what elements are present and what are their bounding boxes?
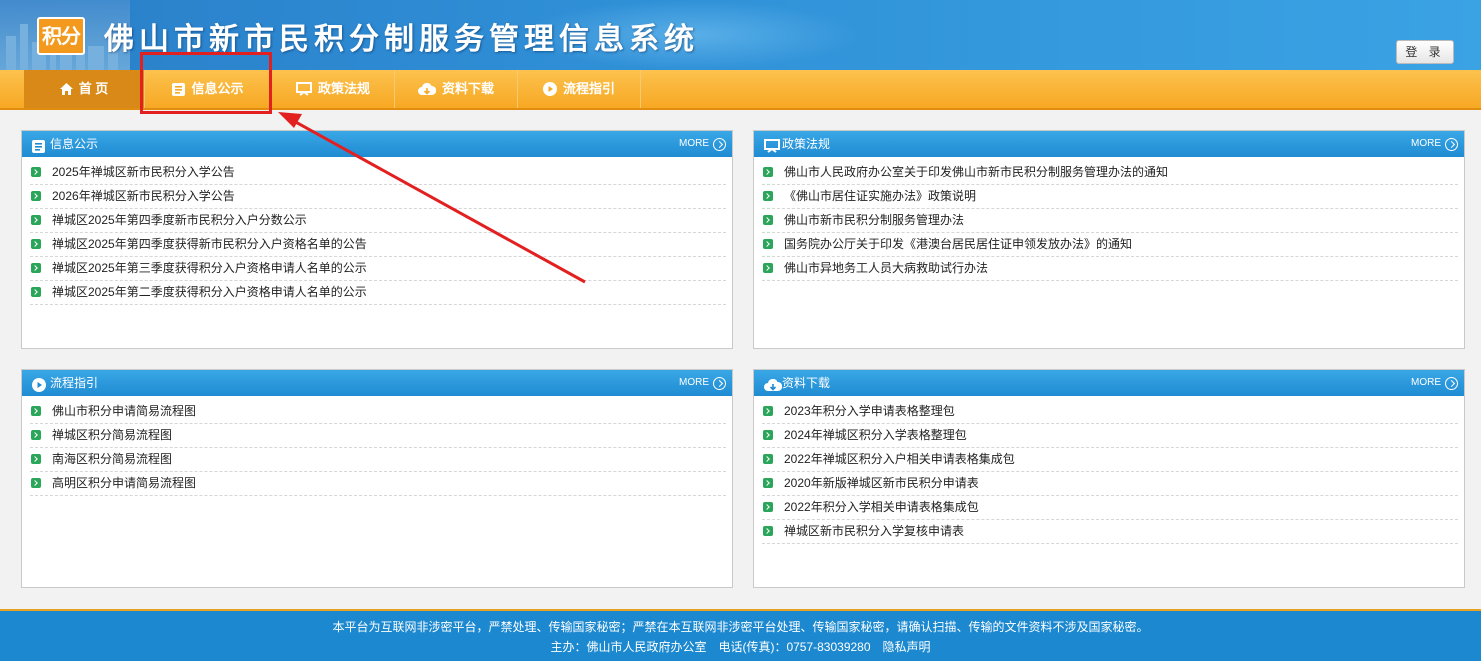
play-circle-icon [32,375,46,401]
site-logo: 积分 [37,17,85,55]
footer-contact: 主办：佛山市人民政府办公室 电话(传真)：0757-83039280 隐私声明 [550,640,931,654]
arrow-square-icon [31,167,41,177]
list-item[interactable]: 禅城区2025年第三季度获得积分入户资格申请人名单的公示 [30,257,726,281]
arrow-square-icon [763,454,773,464]
arrow-square-icon [763,167,773,177]
nav-item-download[interactable]: 资料下载 [395,70,518,108]
nav-label-process: 流程指引 [562,81,615,96]
notice-icon [32,136,45,162]
list-item[interactable]: 佛山市积分申请简易流程图 [30,400,726,424]
nav-item-process[interactable]: 流程指引 [518,70,641,108]
arrow-square-icon [763,526,773,536]
list-item[interactable]: 南海区积分简易流程图 [30,448,726,472]
list-item[interactable]: 禅城区2025年第四季度获得新市民积分入户资格名单的公告 [30,233,726,257]
info-list: 2025年禅城区新市民积分入学公告 2026年禅城区新市民积分入学公告 禅城区2… [22,157,732,305]
arrow-circle-icon [713,137,726,151]
arrow-square-icon [763,191,773,201]
arrow-square-icon [763,263,773,273]
arrow-square-icon [31,406,41,416]
more-link[interactable]: MORE [679,131,726,157]
list-item[interactable]: 佛山市新市民积分制服务管理办法 [762,209,1458,233]
list-item[interactable]: 国务院办公厅关于印发《港澳台居民居住证申领发放办法》的通知 [762,233,1458,257]
list-item[interactable]: 2026年禅城区新市民积分入学公告 [30,185,726,209]
list-item[interactable]: 2022年积分入学相关申请表格集成包 [762,496,1458,520]
more-link[interactable]: MORE [679,370,726,396]
process-list: 佛山市积分申请简易流程图 禅城区积分简易流程图 南海区积分简易流程图 高明区积分… [22,396,732,496]
panel-process: 流程指引 MORE 佛山市积分申请简易流程图 禅城区积分简易流程图 南海区积分简… [21,369,733,588]
arrow-square-icon [31,287,41,297]
arrow-square-icon [31,454,41,464]
arrow-square-icon [763,502,773,512]
nav-item-home[interactable]: 首 页 [24,70,145,108]
footer-notice: 本平台为互联网非涉密平台，严禁处理、传输国家秘密；严禁在本互联网非涉密平台处理、… [332,620,1149,634]
arrow-circle-icon [1445,137,1458,151]
list-item[interactable]: 2020年新版禅城区新市民积分申请表 [762,472,1458,496]
panel-title: 政策法规 [782,137,831,151]
cloud-download-icon [417,82,436,96]
panel-policy-header: 政策法规 MORE [754,131,1464,157]
panel-title: 信息公示 [50,137,99,151]
download-list: 2023年积分入学申请表格整理包 2024年禅城区积分入学表格整理包 2022年… [754,396,1464,544]
panel-process-header: 流程指引 MORE [22,370,732,396]
arrow-square-icon [763,430,773,440]
panel-info: 信息公示 MORE 2025年禅城区新市民积分入学公告 2026年禅城区新市民积… [21,130,733,349]
panel-info-header: 信息公示 MORE [22,131,732,157]
home-icon [59,83,73,95]
list-item[interactable]: 2025年禅城区新市民积分入学公告 [30,161,726,185]
more-link[interactable]: MORE [1411,131,1458,157]
panel-title: 资料下载 [782,376,831,390]
nav-label-download: 资料下载 [441,81,494,96]
arrow-square-icon [31,191,41,201]
list-item[interactable]: 2024年禅城区积分入学表格整理包 [762,424,1458,448]
arrow-square-icon [31,215,41,225]
arrow-square-icon [763,478,773,488]
more-link[interactable]: MORE [1411,370,1458,396]
arrow-square-icon [31,478,41,488]
panel-policy: 政策法规 MORE 佛山市人民政府办公室关于印发佛山市新市民积分制服务管理办法的… [753,130,1465,349]
arrow-square-icon [763,215,773,225]
cloud-download-icon [764,375,783,401]
arrow-square-icon [763,406,773,416]
list-item[interactable]: 《佛山市居住证实施办法》政策说明 [762,185,1458,209]
policy-list: 佛山市人民政府办公室关于印发佛山市新市民积分制服务管理办法的通知 《佛山市居住证… [754,157,1464,281]
list-item[interactable]: 禅城区2025年第二季度获得积分入户资格申请人名单的公示 [30,281,726,305]
arrow-square-icon [763,239,773,249]
site-footer: 本平台为互联网非涉密平台，严禁处理、传输国家秘密；严禁在本互联网非涉密平台处理、… [0,609,1481,661]
play-circle-icon [542,82,557,96]
arrow-circle-icon [713,376,726,390]
panel-title: 流程指引 [50,376,99,390]
list-item[interactable]: 禅城区2025年第四季度新市民积分入户分数公示 [30,209,726,233]
screen-icon [295,82,312,96]
arrow-square-icon [31,263,41,273]
arrow-square-icon [31,430,41,440]
nav-item-policy[interactable]: 政策法规 [272,70,395,108]
list-item[interactable]: 禅城区积分简易流程图 [30,424,726,448]
list-item[interactable]: 佛山市异地务工人员大病救助试行办法 [762,257,1458,281]
arrow-circle-icon [1445,376,1458,390]
list-item[interactable]: 高明区积分申请简易流程图 [30,472,726,496]
list-item[interactable]: 2022年禅城区积分入户相关申请表格集成包 [762,448,1458,472]
nav-label-home: 首 页 [78,81,109,96]
login-button[interactable]: 登 录 [1396,40,1454,64]
list-item[interactable]: 佛山市人民政府办公室关于印发佛山市新市民积分制服务管理办法的通知 [762,161,1458,185]
list-item[interactable]: 禅城区新市民积分入学复核申请表 [762,520,1458,544]
panel-download: 资料下载 MORE 2023年积分入学申请表格整理包 2024年禅城区积分入学表… [753,369,1465,588]
arrow-square-icon [31,239,41,249]
annotation-highlight-box [140,52,272,114]
list-item[interactable]: 2023年积分入学申请表格整理包 [762,400,1458,424]
nav-label-policy: 政策法规 [317,81,370,96]
screen-icon [764,136,780,162]
panel-download-header: 资料下载 MORE [754,370,1464,396]
